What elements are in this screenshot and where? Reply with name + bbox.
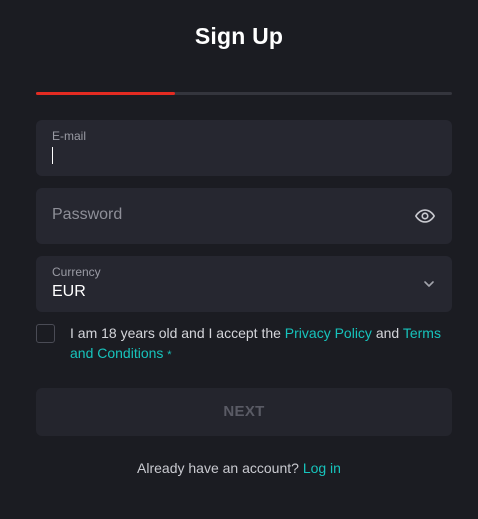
eye-icon[interactable] (414, 205, 436, 227)
next-button[interactable]: NEXT (36, 388, 452, 436)
login-prompt: Already have an account? Log in (0, 460, 478, 476)
currency-label: Currency (52, 265, 101, 279)
consent-text-before: I am 18 years old and I accept the (70, 325, 285, 341)
password-field[interactable]: Password (36, 188, 452, 244)
chevron-down-icon[interactable] (422, 277, 436, 291)
required-mark: * (167, 349, 172, 361)
age-terms-checkbox[interactable] (36, 324, 55, 343)
currency-value: EUR (52, 283, 86, 300)
consent-text-middle: and (371, 325, 403, 341)
text-caret (52, 147, 53, 164)
signup-progress-fill (36, 92, 175, 95)
consent-text: I am 18 years old and I accept the Priva… (70, 323, 452, 365)
page-title: Sign Up (194, 23, 284, 49)
email-field[interactable]: E-mail (36, 120, 452, 176)
signup-progress-bar (36, 92, 452, 95)
privacy-policy-link[interactable]: Privacy Policy (285, 325, 372, 341)
email-label: E-mail (52, 129, 87, 143)
login-prompt-text: Already have an account? (137, 460, 299, 476)
password-placeholder: Password (52, 206, 123, 223)
currency-select[interactable]: Currency EUR (36, 256, 452, 312)
login-link[interactable]: Log in (303, 460, 341, 476)
